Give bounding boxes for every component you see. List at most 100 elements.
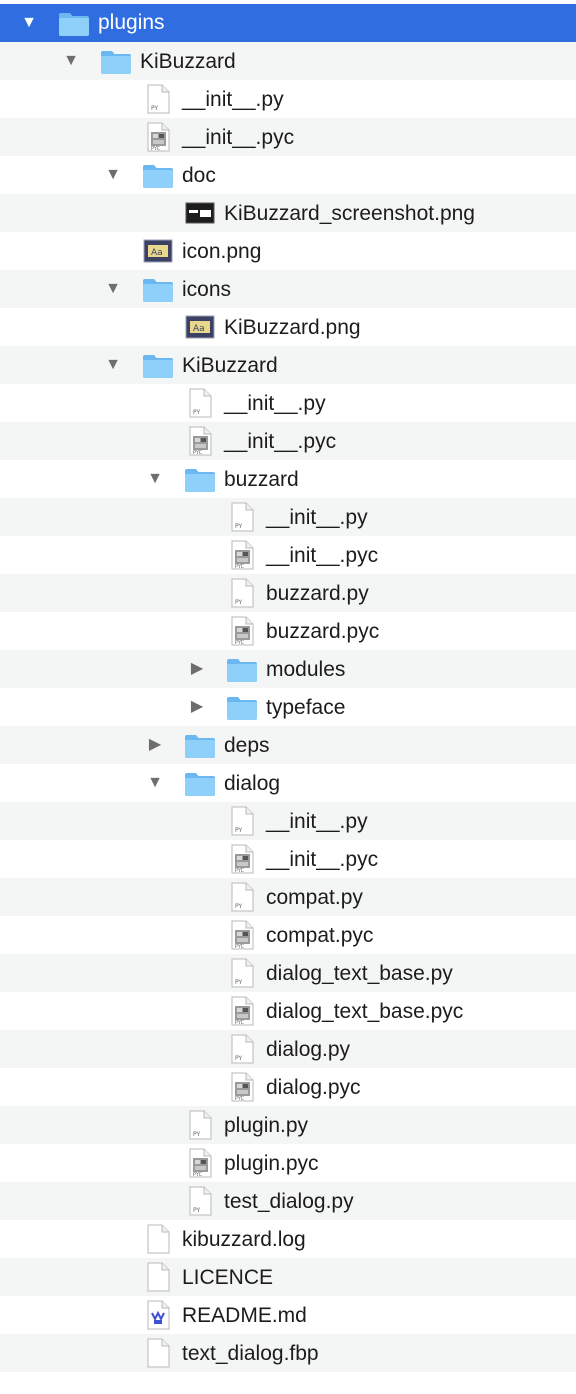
item-label: __init__.pyc [182,126,295,149]
screenshot-image-icon [184,198,216,228]
disclosure-collapsed-icon[interactable]: ▶ [188,697,206,717]
folder-row[interactable]: ▼ KiBuzzard [0,346,576,384]
folder-icon [184,768,216,798]
file-row[interactable]: PY __init__.py [0,80,576,118]
item-label: KiBuzzard.png [224,316,361,339]
folder-row[interactable]: ▶ deps [0,726,576,764]
file-row[interactable]: text_dialog.fbp [0,1334,576,1372]
compiled-python-file-icon: PYC [226,1072,258,1102]
compiled-python-file-icon: PYC [184,1148,216,1178]
svg-text:PY: PY [235,979,242,986]
item-label: text_dialog.fbp [182,1342,319,1365]
folder-row[interactable]: ▼ buzzard [0,460,576,498]
document-icon [142,1262,174,1292]
item-label: __init__.pyc [224,430,337,453]
file-row[interactable]: PYC __init__.pyc [0,118,576,156]
disclosure-expanded-icon[interactable]: ▼ [146,773,164,793]
disclosure-expanded-icon[interactable]: ▼ [20,13,38,33]
python-file-icon: PY [142,84,174,114]
file-row[interactable]: PY compat.py [0,878,576,916]
item-label: __init__.py [266,810,368,833]
file-row[interactable]: kibuzzard.log [0,1220,576,1258]
item-label: README.md [182,1304,307,1327]
python-file-icon: PY [184,388,216,418]
item-label: icons [182,278,232,301]
svg-text:PY: PY [193,1131,200,1138]
image-icon: Aa [142,236,174,266]
file-row[interactable]: PYC dialog_text_base.pyc [0,992,576,1030]
svg-text:PYC: PYC [235,868,245,874]
item-label: plugins [98,11,165,34]
file-row[interactable]: PY buzzard.py [0,574,576,612]
disclosure-expanded-icon[interactable]: ▼ [104,279,122,299]
file-row[interactable]: PY __init__.py [0,498,576,536]
file-row[interactable]: PYC plugin.pyc [0,1144,576,1182]
folder-row[interactable]: ▶ modules [0,650,576,688]
item-label: buzzard.py [266,582,369,605]
python-file-icon: PY [226,882,258,912]
item-label: __init__.py [182,88,284,111]
compiled-python-file-icon: PYC [226,844,258,874]
disclosure-expanded-icon[interactable]: ▼ [104,355,122,375]
item-label: modules [266,658,346,681]
svg-text:PYC: PYC [235,944,245,950]
python-file-icon: PY [184,1186,216,1216]
compiled-python-file-icon: PYC [226,616,258,646]
folder-row[interactable]: ▼ doc [0,156,576,194]
file-row[interactable]: PY dialog.py [0,1030,576,1068]
compiled-python-file-icon: PYC [226,920,258,950]
folder-row[interactable]: ▼ plugins [0,4,576,42]
folder-icon [184,464,216,494]
item-label: buzzard [224,468,299,491]
file-row[interactable]: Aa KiBuzzard.png [0,308,576,346]
disclosure-collapsed-icon[interactable]: ▶ [188,659,206,679]
folder-row[interactable]: ▼ KiBuzzard [0,42,576,80]
svg-text:PYC: PYC [235,1020,245,1026]
python-file-icon: PY [226,1034,258,1064]
folder-row[interactable]: ▶ typeface [0,688,576,726]
file-row[interactable]: PYC __init__.pyc [0,840,576,878]
file-row[interactable]: LICENCE [0,1258,576,1296]
file-row[interactable]: PYC buzzard.pyc [0,612,576,650]
file-row[interactable]: PY test_dialog.py [0,1182,576,1220]
file-row[interactable]: PYC __init__.pyc [0,422,576,460]
file-row[interactable]: PY dialog_text_base.py [0,954,576,992]
item-label: __init__.pyc [266,848,379,871]
svg-text:PY: PY [193,1207,200,1214]
item-label: KiBuzzard [140,50,236,73]
item-label: compat.pyc [266,924,374,947]
file-row[interactable]: PYC dialog.pyc [0,1068,576,1106]
file-row[interactable]: PY plugin.py [0,1106,576,1144]
folder-row[interactable]: ▼ icons [0,270,576,308]
item-label: compat.py [266,886,363,909]
file-row[interactable]: Aa icon.png [0,232,576,270]
file-row[interactable]: PY __init__.py [0,802,576,840]
document-icon [142,1224,174,1254]
folder-row[interactable]: ▼ dialog [0,764,576,802]
item-label: LICENCE [182,1266,274,1289]
item-label: KiBuzzard_screenshot.png [224,202,475,225]
compiled-python-file-icon: PYC [226,996,258,1026]
item-label: dialog_text_base.py [266,962,453,985]
svg-text:PYC: PYC [193,1172,203,1178]
disclosure-expanded-icon[interactable]: ▼ [104,165,122,185]
item-label: test_dialog.py [224,1190,354,1213]
disclosure-expanded-icon[interactable]: ▼ [146,469,164,489]
item-label: icon.png [182,240,262,263]
svg-text:PY: PY [235,827,242,834]
file-row[interactable]: KiBuzzard_screenshot.png [0,194,576,232]
folder-icon [184,730,216,760]
file-row[interactable]: PYC compat.pyc [0,916,576,954]
svg-text:Aa: Aa [151,248,163,258]
folder-icon [226,692,258,722]
svg-text:PY: PY [235,523,242,530]
svg-text:PY: PY [151,105,158,112]
disclosure-collapsed-icon[interactable]: ▶ [146,735,164,755]
file-row[interactable]: PY __init__.py [0,384,576,422]
svg-text:PY: PY [193,409,200,416]
svg-text:PYC: PYC [235,640,245,646]
file-row[interactable]: README.md [0,1296,576,1334]
disclosure-expanded-icon[interactable]: ▼ [62,51,80,71]
file-row[interactable]: PYC __init__.pyc [0,536,576,574]
item-label: plugin.py [224,1114,309,1137]
